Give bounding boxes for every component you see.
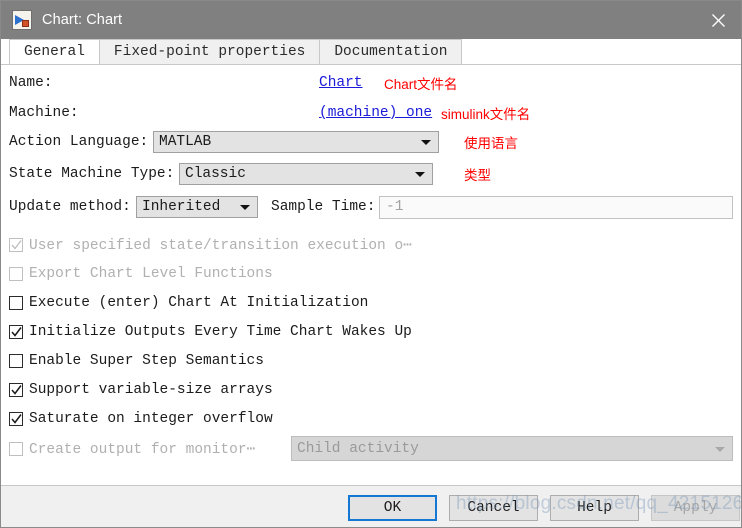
machine-row: Machine: (machine) one simulink文件名 (1, 103, 741, 123)
check-icon (11, 385, 22, 395)
check-icon (11, 240, 22, 250)
checkbox-label: Enable Super Step Semantics (29, 353, 264, 369)
update-method-label: Update method: (9, 199, 131, 215)
chevron-down-icon (715, 446, 725, 452)
title-bar: Chart: Chart (1, 1, 741, 39)
tab-fixed-point-properties[interactable]: Fixed-point properties (98, 39, 321, 64)
machine-label: Machine: (9, 105, 79, 121)
machine-annotation: simulink文件名 (441, 107, 531, 122)
chevron-down-icon (240, 205, 250, 210)
checkbox-support-variable-size-arrays[interactable]: Support variable-size arrays (9, 380, 273, 400)
help-button[interactable]: Help (550, 495, 639, 521)
tab-general[interactable]: General (9, 39, 100, 64)
update-method-value: Inherited (142, 199, 221, 215)
checkbox-box[interactable] (9, 267, 23, 281)
checkbox-enable-super-step-semantics[interactable]: Enable Super Step Semantics (9, 351, 264, 371)
monitor-activity-select[interactable]: Child activity (291, 436, 733, 461)
tab-documentation[interactable]: Documentation (319, 39, 463, 64)
state-machine-type-annotation: 类型 (464, 168, 491, 183)
checkbox-user-specified-execution[interactable]: User specified state/transition executio… (9, 235, 412, 255)
checkbox-create-output-for-monitor[interactable]: Create output for monitor⋯ (9, 439, 255, 459)
checkbox-label: Support variable-size arrays (29, 382, 273, 398)
close-icon[interactable] (695, 1, 741, 39)
machine-link[interactable]: (machine) one (319, 105, 432, 121)
checkbox-saturate-on-integer-overflow[interactable]: Saturate on integer overflow (9, 409, 273, 429)
sample-time-label: Sample Time: (271, 199, 376, 215)
cancel-button-label: Cancel (467, 500, 520, 516)
name-link[interactable]: Chart (319, 75, 363, 91)
name-annotation: Chart文件名 (384, 77, 458, 92)
action-language-select[interactable]: MATLAB (153, 131, 439, 153)
state-machine-type-value: Classic (185, 166, 246, 182)
stateflow-chart-icon (12, 10, 32, 30)
check-icon (11, 327, 22, 337)
checkbox-execute-chart-at-initialization[interactable]: Execute (enter) Chart At Initialization (9, 293, 368, 313)
checkbox-label: Create output for monitor⋯ (29, 441, 256, 458)
check-icon (11, 414, 22, 424)
apply-button: Apply (651, 495, 740, 521)
checkbox-box[interactable] (9, 442, 23, 456)
action-language-value: MATLAB (159, 134, 212, 150)
name-row: Name: Chart Chart文件名 (1, 73, 741, 93)
state-machine-type-label: State Machine Type: (9, 166, 175, 182)
checkbox-box[interactable] (9, 238, 23, 252)
help-button-label: Help (577, 500, 612, 516)
state-machine-type-row: State Machine Type: Classic 类型 (1, 161, 741, 187)
checkbox-initialize-outputs-every-time[interactable]: Initialize Outputs Every Time Chart Wake… (9, 322, 412, 342)
state-machine-type-select[interactable]: Classic (179, 163, 433, 185)
sample-time-input[interactable]: -1 (379, 195, 733, 219)
checkbox-label: Execute (enter) Chart At Initialization (29, 295, 369, 311)
checkbox-box[interactable] (9, 383, 23, 397)
name-label: Name: (9, 75, 53, 91)
checkbox-box[interactable] (9, 296, 23, 310)
chevron-down-icon (415, 172, 425, 177)
update-method-row: Update method: Inherited Sample Time: -1 (1, 194, 741, 220)
tab-strip: General Fixed-point properties Documenta… (1, 39, 741, 64)
cancel-button[interactable]: Cancel (449, 495, 538, 521)
checkbox-label: Saturate on integer overflow (29, 411, 273, 427)
dialog-footer: OK Cancel Help Apply (1, 485, 741, 527)
checkbox-label: Initialize Outputs Every Time Chart Wake… (29, 324, 412, 340)
update-method-select[interactable]: Inherited (136, 196, 258, 218)
apply-button-label: Apply (673, 500, 718, 516)
checkbox-box[interactable] (9, 325, 23, 339)
chevron-down-icon (421, 140, 431, 145)
ok-button[interactable]: OK (348, 495, 437, 521)
checkbox-box[interactable] (9, 354, 23, 368)
chart-properties-dialog: Chart: Chart General Fixed-point propert… (0, 0, 742, 528)
sample-time-value: -1 (386, 199, 404, 215)
action-language-row: Action Language: MATLAB 使用语言 (1, 129, 741, 155)
action-language-label: Action Language: (9, 134, 149, 150)
ok-button-label: OK (383, 500, 402, 516)
monitor-activity-value: Child activity (297, 440, 419, 457)
general-tab-panel: Name: Chart Chart文件名 Machine: (machine) … (1, 64, 741, 486)
checkbox-label: User specified state/transition executio… (29, 237, 412, 254)
checkbox-export-chart-level-functions[interactable]: Export Chart Level Functions (9, 264, 273, 284)
action-language-annotation: 使用语言 (464, 136, 518, 151)
checkbox-box[interactable] (9, 412, 23, 426)
window-title: Chart: Chart (42, 12, 123, 28)
checkbox-label: Export Chart Level Functions (29, 266, 273, 282)
